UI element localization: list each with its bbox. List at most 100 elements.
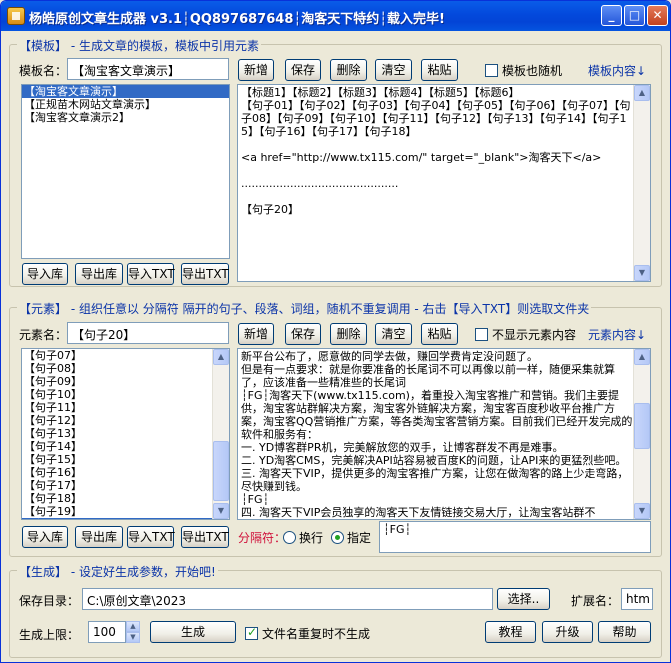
- content-line: 四. 淘客天下VIP会员独享的淘客天下友情链接交易大厅，让淘宝客站群不: [241, 506, 596, 519]
- list-item[interactable]: 【句子12】: [22, 414, 212, 427]
- template-list[interactable]: 【淘宝客文章演示】 【正规苗木网站文章演示】 【淘宝客文章演示2】: [21, 84, 230, 259]
- separator-radio-custom[interactable]: 指定: [331, 529, 371, 546]
- template-section-title: 【模板】 - 生成文章的模板，模板中引用元素: [17, 37, 261, 54]
- element-list[interactable]: 【句子07】 【句子08】 【句子09】 【句子10】 【句子11】 【句子12】 【句子1…: [21, 348, 230, 520]
- list-item[interactable]: 【句子11】: [22, 401, 212, 414]
- list-item[interactable]: 【句子07】: [22, 349, 212, 362]
- element-clear-button[interactable]: 清空: [375, 323, 412, 345]
- list-item[interactable]: 【句子09】: [22, 375, 212, 388]
- limit-input[interactable]: 100: [88, 621, 126, 643]
- radio-circle[interactable]: [331, 531, 344, 544]
- element-hide-checkbox[interactable]: 不显示元素内容: [475, 326, 576, 343]
- no-overwrite-checkbox[interactable]: 文件名重复时不生成: [245, 625, 370, 642]
- template-export-lib-button[interactable]: 导出库: [75, 263, 123, 285]
- template-import-txt-button[interactable]: 导入TXT: [127, 263, 175, 285]
- element-export-lib-button[interactable]: 导出库: [75, 526, 123, 548]
- content-line: 三. 淘客天下VIP，提供更多的淘宝客推广方案，让您在做淘客的路上少走弯路，尽快…: [241, 467, 629, 493]
- template-import-lib-button[interactable]: 导入库: [22, 263, 68, 285]
- ext-input[interactable]: htm: [621, 588, 653, 610]
- template-clear-button[interactable]: 清空: [375, 59, 412, 81]
- element-content-scrollbar[interactable]: ▲ ▼: [633, 349, 650, 519]
- separator-input[interactable]: ┆FG┆: [379, 521, 651, 553]
- scroll-up-arrow-icon[interactable]: ▲: [634, 85, 650, 101]
- element-content-link[interactable]: 元素内容↓: [588, 326, 646, 343]
- checkbox-box[interactable]: [245, 625, 258, 640]
- tutorial-button[interactable]: 教程: [485, 621, 536, 643]
- element-paste-button[interactable]: 粘贴: [421, 323, 458, 345]
- list-item[interactable]: 【句子16】: [22, 466, 212, 479]
- separator-radio-newline[interactable]: 换行: [283, 529, 323, 546]
- list-item[interactable]: 【句子17】: [22, 479, 212, 492]
- template-content-link[interactable]: 模板内容↓: [588, 62, 646, 79]
- window-title: 杨皓原创文章生成器 v3.1┆QQ897687648┆淘客天下特约┆载入完毕!: [29, 12, 445, 27]
- scroll-thumb[interactable]: [634, 403, 650, 449]
- content-line: [241, 138, 633, 151]
- scroll-thumb[interactable]: [213, 441, 229, 501]
- element-list-scrollbar[interactable]: ▲ ▼: [212, 349, 229, 519]
- spin-up-arrow-icon[interactable]: ▲: [126, 621, 140, 632]
- close-button[interactable]: ✕: [647, 5, 668, 26]
- template-random-checkbox[interactable]: 模板也随机: [485, 62, 562, 79]
- list-item[interactable]: 【句子13】: [22, 427, 212, 440]
- checkbox-box[interactable]: [485, 64, 498, 77]
- limit-spinner[interactable]: ▲ ▼: [126, 621, 140, 643]
- ext-label: 扩展名：: [571, 594, 620, 608]
- browse-button[interactable]: 选择..: [497, 588, 550, 610]
- scroll-up-arrow-icon[interactable]: ▲: [213, 349, 229, 365]
- list-item[interactable]: 【句子14】: [22, 440, 212, 453]
- list-item[interactable]: 【句子20】: [22, 518, 212, 519]
- radio-circle[interactable]: [283, 531, 296, 544]
- help-button[interactable]: 帮助: [598, 621, 651, 643]
- content-line: ┆FG┆: [241, 493, 270, 506]
- template-name-input[interactable]: 【淘宝客文章演示】: [67, 58, 229, 80]
- template-content-scrollbar[interactable]: ▲ ▼: [633, 85, 650, 281]
- element-import-txt-button[interactable]: 导入TXT: [127, 526, 175, 548]
- list-item[interactable]: 【句子10】: [22, 388, 212, 401]
- template-name-label: 模板名：: [19, 64, 68, 78]
- scroll-down-arrow-icon[interactable]: ▼: [213, 503, 229, 519]
- maximize-button[interactable]: □: [624, 5, 645, 26]
- content-line: 【句子01】【句子02】【句子03】【句子04】【句子05】【句子06】【句子0…: [241, 99, 631, 138]
- save-dir-input[interactable]: C:\原创文章\2023: [82, 588, 493, 610]
- generate-group: [9, 570, 662, 658]
- content-line: 一. YD博客群PR机，完美解放您的双手，让博客群发不再是难事。: [241, 441, 564, 454]
- minimize-button[interactable]: _: [601, 5, 622, 26]
- list-item[interactable]: 【句子08】: [22, 362, 212, 375]
- list-item[interactable]: 【淘宝客文章演示】: [22, 85, 229, 98]
- template-delete-button[interactable]: 删除: [330, 59, 367, 81]
- element-export-txt-button[interactable]: 导出TXT: [181, 526, 229, 548]
- content-line: 【标题1】【标题2】【标题3】【标题4】【标题5】【标题6】: [241, 86, 520, 99]
- list-item[interactable]: 【句子19】: [22, 505, 212, 518]
- app-icon: [7, 7, 25, 25]
- title-bar[interactable]: 杨皓原创文章生成器 v3.1┆QQ897687648┆淘客天下特约┆载入完毕! …: [1, 1, 670, 31]
- element-content-editor[interactable]: 新平台公布了，愿意做的同学去做，赚回学费肯定没问题了。 但是有一点要求：就是你要准…: [237, 348, 651, 520]
- scroll-down-arrow-icon[interactable]: ▼: [634, 265, 650, 281]
- template-paste-button[interactable]: 粘贴: [421, 59, 458, 81]
- content-line: 【句子20】: [241, 203, 299, 216]
- scroll-up-arrow-icon[interactable]: ▲: [634, 349, 650, 365]
- upgrade-button[interactable]: 升级: [542, 621, 593, 643]
- separator-label: 分隔符：: [238, 531, 287, 545]
- element-delete-button[interactable]: 删除: [330, 323, 367, 345]
- save-dir-label: 保存目录：: [19, 594, 80, 608]
- content-line: ........................................…: [241, 177, 399, 190]
- template-content-editor[interactable]: 【标题1】【标题2】【标题3】【标题4】【标题5】【标题6】 【句子01】【句子0…: [237, 84, 651, 282]
- element-add-button[interactable]: 新增: [238, 323, 274, 345]
- content-line: <a href="http://www.tx115.com/" target="…: [241, 151, 602, 164]
- list-item[interactable]: 【句子18】: [22, 492, 212, 505]
- element-save-button[interactable]: 保存: [285, 323, 321, 345]
- element-import-lib-button[interactable]: 导入库: [22, 526, 68, 548]
- template-add-button[interactable]: 新增: [238, 59, 274, 81]
- content-line: [241, 190, 633, 203]
- spin-down-arrow-icon[interactable]: ▼: [126, 632, 140, 643]
- generate-button[interactable]: 生成: [150, 621, 236, 643]
- scroll-down-arrow-icon[interactable]: ▼: [634, 503, 650, 519]
- element-name-input[interactable]: 【句子20】: [67, 322, 229, 344]
- checkbox-box[interactable]: [475, 328, 488, 341]
- template-export-txt-button[interactable]: 导出TXT: [181, 263, 229, 285]
- list-item[interactable]: 【句子15】: [22, 453, 212, 466]
- list-item[interactable]: 【淘宝客文章演示2】: [22, 111, 229, 124]
- template-save-button[interactable]: 保存: [285, 59, 321, 81]
- radio-newline-label: 换行: [299, 531, 324, 545]
- list-item[interactable]: 【正规苗木网站文章演示】: [22, 98, 229, 111]
